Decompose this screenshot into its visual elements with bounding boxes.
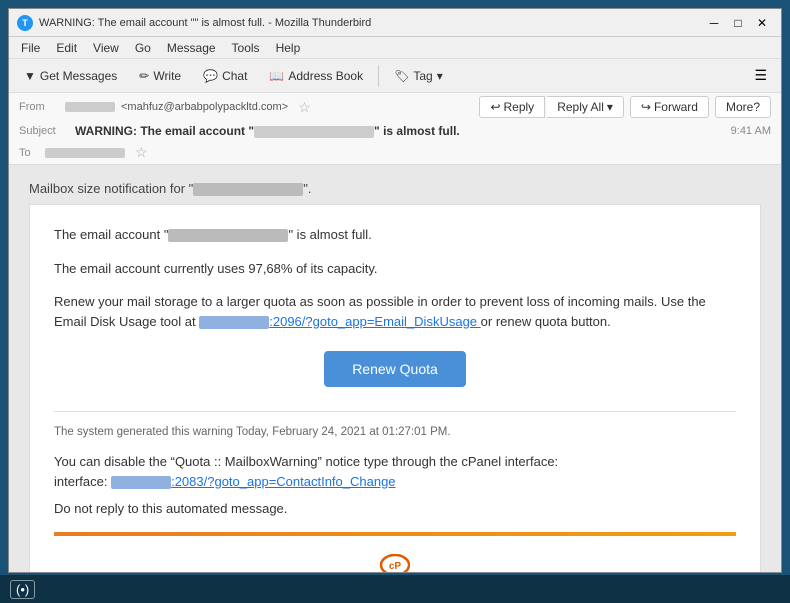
to-row: To ☆ [9, 141, 781, 164]
menu-message[interactable]: Message [159, 39, 224, 57]
card-line1: The email account "" is almost full. [54, 225, 736, 245]
menu-help[interactable]: Help [268, 39, 309, 57]
maximize-button[interactable]: □ [727, 14, 749, 32]
chat-button[interactable]: 💬 Chat [194, 65, 256, 87]
notification-label: Mailbox size notification for "". [29, 181, 761, 196]
subject-label: Subject [19, 125, 69, 137]
link-blurred [199, 316, 269, 329]
thunderbird-window: T WARNING: The email account "" is almos… [8, 8, 782, 573]
tag-button[interactable]: 🏷 Tag ▾ [385, 65, 452, 87]
link2-blurred [111, 476, 171, 489]
from-name-blurred [65, 102, 115, 112]
address-book-label: Address Book [288, 69, 363, 83]
subject-blurred [254, 126, 374, 138]
email-header: From <mahfuz@arbabpolypackltd.com> ☆ ↩ R… [9, 93, 781, 165]
titlebar-left: T WARNING: The email account "" is almos… [17, 15, 371, 31]
email-card: The email account "" is almost full. The… [29, 204, 761, 572]
interface-label: interface: [54, 474, 111, 489]
timestamp: 9:41 AM [731, 125, 771, 137]
to-address-blurred [45, 148, 125, 158]
write-label: Write [153, 69, 181, 83]
toolbar: ▼ Get Messages ✏ Write 💬 Chat 📖 Address … [9, 59, 781, 93]
system-note: The system generated this warning Today,… [54, 426, 736, 438]
svg-text:cP: cP [389, 561, 402, 572]
reply-icon: ↩ [490, 100, 500, 114]
reply-all-chevron-icon: ▾ [607, 100, 613, 114]
link-suffix: or renew quota button. [481, 314, 611, 329]
forward-label: Forward [654, 100, 698, 114]
from-row: From <mahfuz@arbabpolypackltd.com> ☆ ↩ R… [9, 93, 781, 121]
card-line3: Renew your mail storage to a larger quot… [54, 292, 736, 331]
cpanel-footer: cP Copyright © 2021 cPanel, Inc. [54, 544, 736, 572]
from-email: <mahfuz@arbabpolypackltd.com> [121, 101, 288, 113]
more-actions-button[interactable]: More? [715, 96, 771, 118]
window-title: WARNING: The email account "" is almost … [39, 17, 371, 29]
forward-button[interactable]: ↪ Forward [630, 96, 709, 118]
write-icon: ✏ [139, 69, 149, 83]
reply-all-label: Reply All [557, 100, 604, 114]
orange-line [54, 532, 736, 536]
toolbar-separator [378, 65, 379, 87]
contact-info-link[interactable]: :2083/?goto_app=ContactInfo_Change [111, 474, 395, 489]
star-icon[interactable]: ☆ [298, 99, 311, 116]
forward-icon: ↪ [641, 100, 651, 114]
tag-chevron-icon: ▾ [437, 69, 443, 83]
get-messages-button[interactable]: ▼ Get Messages [15, 65, 126, 87]
menu-tools[interactable]: Tools [224, 39, 268, 57]
chat-label: Chat [222, 69, 247, 83]
email-actions: ↩ Reply Reply All ▾ ↪ Forward More? [479, 96, 771, 118]
to-star-icon[interactable]: ☆ [135, 144, 148, 161]
titlebar: T WARNING: The email account "" is almos… [9, 9, 781, 37]
cpanel-logo-svg: cP [380, 554, 410, 572]
subject-text: WARNING: The email account "" is almost … [75, 124, 460, 138]
disable-notice: You can disable the “Quota :: MailboxWar… [54, 452, 736, 491]
write-button[interactable]: ✏ Write [130, 65, 190, 87]
toolbar-more-icon[interactable]: ☰ [746, 64, 775, 87]
no-reply-notice: Do not reply to this automated message. [54, 501, 736, 516]
get-messages-label: Get Messages [40, 69, 117, 83]
from-label: From [19, 101, 59, 113]
menubar: File Edit View Go Message Tools Help [9, 37, 781, 59]
get-messages-icon: ▼ [24, 69, 36, 83]
close-button[interactable]: ✕ [751, 14, 773, 32]
chat-icon: 💬 [203, 69, 218, 83]
address-book-icon: 📖 [269, 69, 284, 83]
tag-label: Tag [413, 69, 432, 83]
reply-all-button[interactable]: Reply All ▾ [547, 96, 624, 118]
to-label: To [19, 147, 39, 159]
menu-view[interactable]: View [85, 39, 127, 57]
minimize-button[interactable]: ─ [703, 14, 725, 32]
subject-row: Subject WARNING: The email account "" is… [9, 121, 781, 141]
reply-button[interactable]: ↩ Reply [479, 96, 545, 118]
bottom-bar: (•) [0, 575, 790, 603]
account-name-blurred [168, 229, 288, 242]
disk-usage-link[interactable]: :2096/?goto_app=Email_DiskUsage [199, 314, 480, 329]
email-body: Mailbox size notification for "". The em… [9, 165, 781, 572]
more-actions-label: More? [726, 100, 760, 114]
cpanel-logo: cP [54, 554, 736, 572]
app-icon: T [17, 15, 33, 31]
address-book-button[interactable]: 📖 Address Book [260, 65, 372, 87]
mailbox-name-blurred [193, 183, 303, 196]
menu-edit[interactable]: Edit [48, 39, 85, 57]
renew-quota-button[interactable]: Renew Quota [324, 351, 466, 387]
bottom-icon: (•) [10, 580, 35, 599]
divider [54, 411, 736, 412]
titlebar-controls: ─ □ ✕ [703, 14, 773, 32]
renew-btn-wrapper: Renew Quota [54, 351, 736, 387]
menu-go[interactable]: Go [127, 39, 159, 57]
card-line2: The email account currently uses 97,68% … [54, 259, 736, 279]
menu-file[interactable]: File [13, 39, 48, 57]
reply-label: Reply [504, 100, 535, 114]
tag-icon: 🏷 [394, 69, 409, 83]
